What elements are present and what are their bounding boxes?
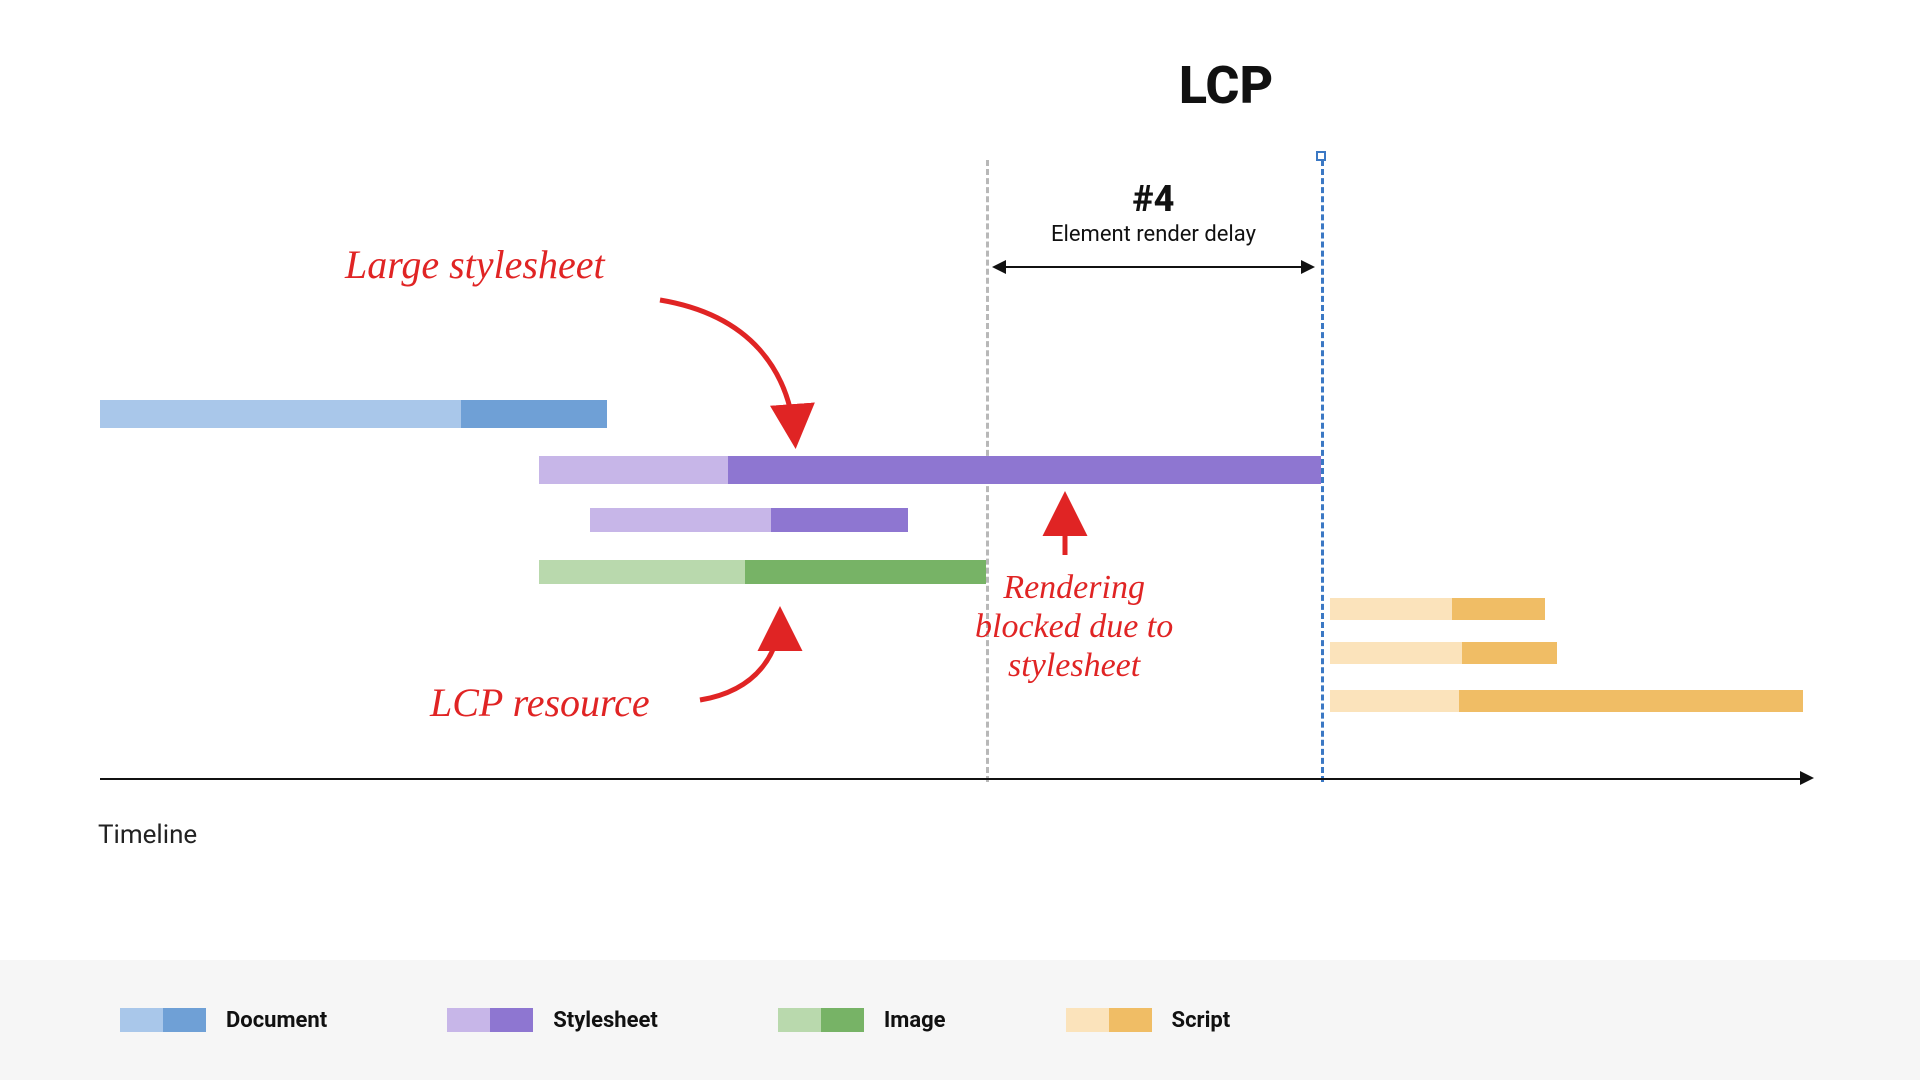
- bar-script-1: [1330, 598, 1545, 620]
- legend-item-stylesheet: Stylesheet: [447, 1008, 658, 1033]
- legend-label: Document: [226, 1008, 327, 1033]
- legend-swatch-icon: [120, 1008, 206, 1032]
- timeline-axis-arrow-icon: [1800, 771, 1814, 785]
- legend: Document Stylesheet Image Script: [0, 960, 1920, 1080]
- section-extent-arrow: [994, 266, 1313, 268]
- legend-item-image: Image: [778, 1008, 946, 1033]
- section-number: #4: [1051, 178, 1256, 220]
- bar-lcp-image: [539, 560, 986, 584]
- lcp-line: [1321, 160, 1324, 782]
- bar-script-3: [1330, 690, 1803, 712]
- legend-label: Image: [884, 1008, 946, 1033]
- bar-stylesheet-2: [590, 508, 908, 532]
- bar-large-stylesheet: [539, 456, 1322, 484]
- bar-document: [100, 400, 607, 428]
- timeline-chart: #4 Element render delay: [100, 120, 1820, 810]
- bar-script-2: [1330, 642, 1557, 664]
- legend-swatch-icon: [778, 1008, 864, 1032]
- lcp-title: LCP: [1179, 55, 1273, 116]
- legend-swatch-icon: [447, 1008, 533, 1032]
- anno-lcp-resource: LCP resource: [430, 680, 650, 726]
- anno-rendering-blocked: Rendering blocked due to stylesheet: [975, 568, 1173, 685]
- legend-swatch-icon: [1066, 1008, 1152, 1032]
- section-subtitle: Element render delay: [1051, 222, 1256, 247]
- axis-label: Timeline: [98, 820, 197, 850]
- lcp-marker-icon: [1316, 151, 1326, 161]
- diagram-stage: LCP #4 Element render delay Timeline Lar…: [0, 0, 1920, 1080]
- legend-item-script: Script: [1066, 1008, 1231, 1033]
- legend-label: Script: [1172, 1008, 1231, 1033]
- timeline-axis: [100, 778, 1800, 780]
- legend-item-document: Document: [120, 1008, 327, 1033]
- legend-label: Stylesheet: [553, 1008, 658, 1033]
- anno-large-stylesheet: Large stylesheet: [345, 242, 605, 288]
- section-label: #4 Element render delay: [1051, 178, 1256, 247]
